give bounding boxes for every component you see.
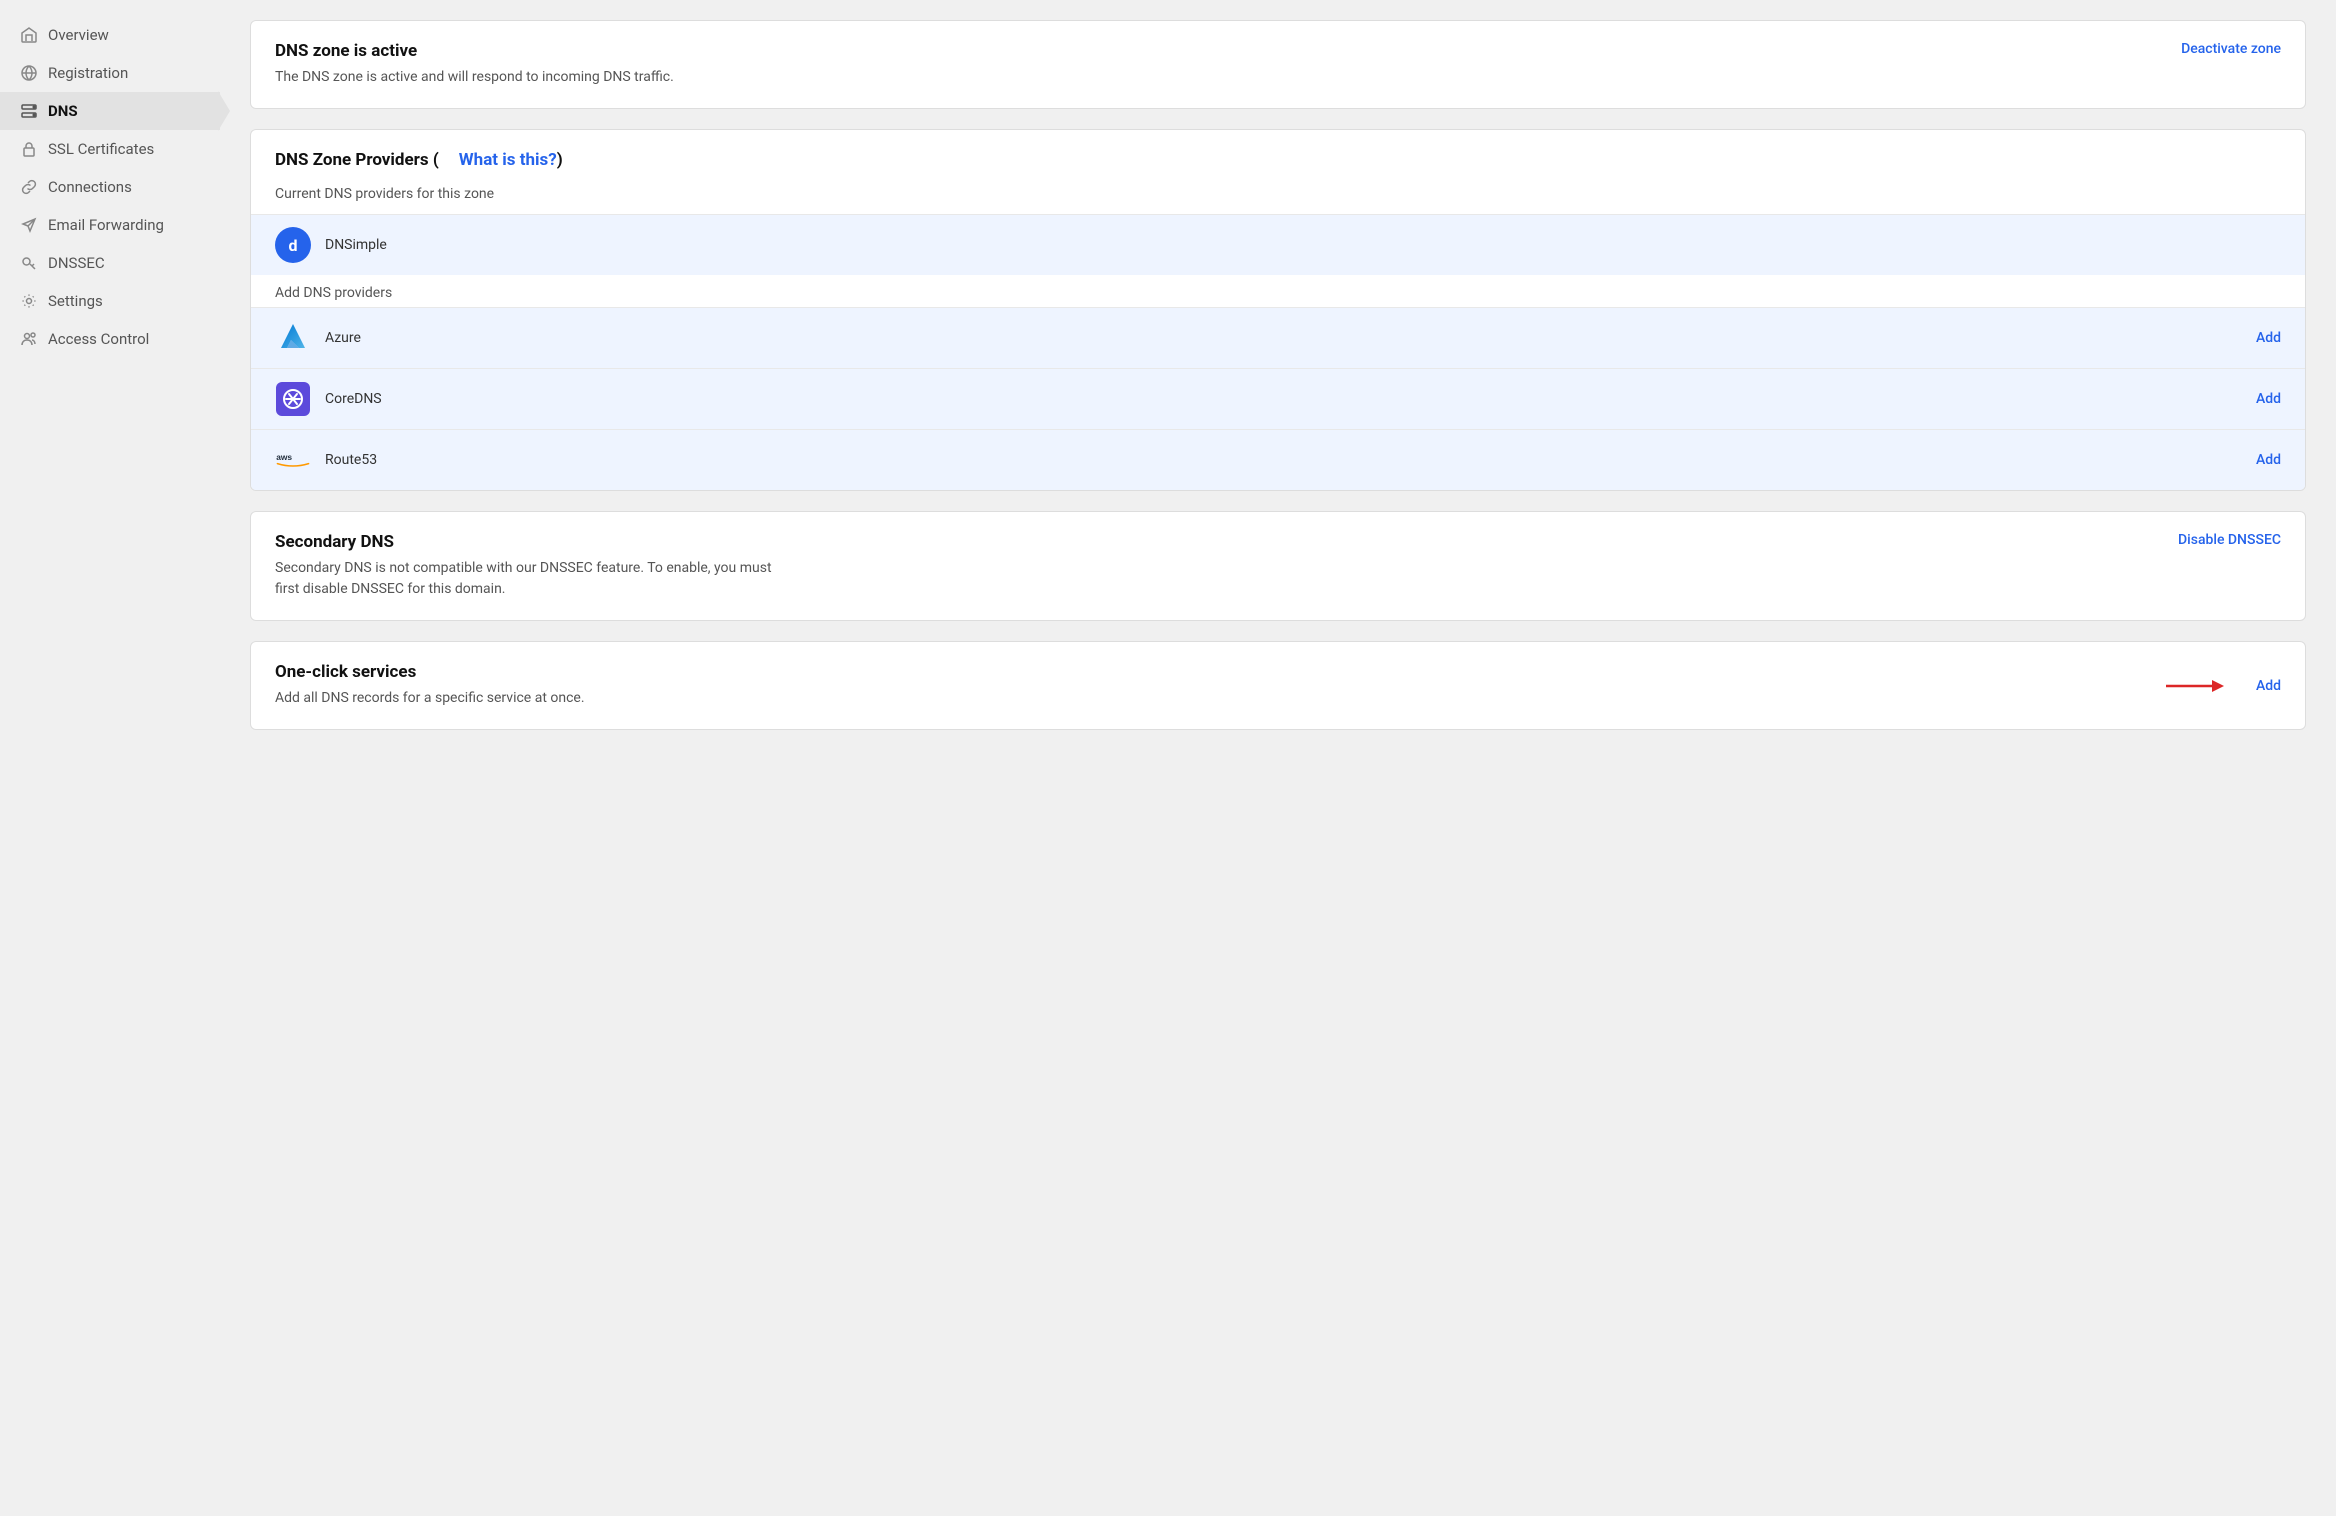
dns-zone-info: DNS zone is active The DNS zone is activ… xyxy=(275,41,674,88)
one-click-description: Add all DNS records for a specific servi… xyxy=(275,688,585,709)
provider-row-dnsimple: d DNSimple xyxy=(251,214,2305,275)
sidebar-item-connections[interactable]: Connections xyxy=(0,168,220,206)
sidebar: Overview Registration DNS xyxy=(0,0,220,1516)
providers-title-end: ) xyxy=(557,150,563,170)
users-icon xyxy=(20,330,38,348)
dnsimple-name: DNSimple xyxy=(325,237,2281,253)
sidebar-item-settings[interactable]: Settings xyxy=(0,282,220,320)
send-icon xyxy=(20,216,38,234)
providers-title: DNS Zone Providers ( What is this?) xyxy=(275,150,2281,170)
sidebar-item-access-control[interactable]: Access Control xyxy=(0,320,220,358)
secondary-dns-info: Secondary DNS Secondary DNS is not compa… xyxy=(275,532,795,600)
server-icon xyxy=(20,102,38,120)
gear-icon xyxy=(20,292,38,310)
dns-zone-description: The DNS zone is active and will respond … xyxy=(275,67,674,88)
sidebar-label-connections: Connections xyxy=(48,178,132,196)
add-azure-link[interactable]: Add xyxy=(2256,330,2281,346)
dns-zone-title: DNS zone is active xyxy=(275,41,674,61)
sidebar-label-dnssec: DNSSEC xyxy=(48,254,105,272)
providers-header: DNS Zone Providers ( What is this?) xyxy=(251,130,2305,186)
svg-text:aws: aws xyxy=(276,452,292,462)
add-dns-label: Add DNS providers xyxy=(251,275,2305,307)
provider-row-coredns: CoreDNS Add xyxy=(251,368,2305,429)
key-icon xyxy=(20,254,38,272)
disable-dnssec-link[interactable]: Disable DNSSEC xyxy=(2178,532,2281,548)
dns-zone-providers-card: DNS Zone Providers ( What is this?) Curre… xyxy=(250,129,2306,491)
one-click-title: One-click services xyxy=(275,662,585,682)
sidebar-item-dnssec[interactable]: DNSSEC xyxy=(0,244,220,282)
arrow-right-icon xyxy=(2164,675,2224,697)
dnsimple-logo: d xyxy=(275,227,311,263)
add-route53-link[interactable]: Add xyxy=(2256,452,2281,468)
sidebar-item-email-forwarding[interactable]: Email Forwarding xyxy=(0,206,220,244)
providers-subtitle: Current DNS providers for this zone xyxy=(251,186,2305,214)
globe-icon xyxy=(20,64,38,82)
provider-row-azure: Azure Add xyxy=(251,307,2305,368)
what-is-this-link[interactable]: What is this? xyxy=(459,150,557,170)
sidebar-item-ssl[interactable]: SSL Certificates xyxy=(0,130,220,168)
one-click-action-area: Add xyxy=(2164,675,2281,697)
coredns-name: CoreDNS xyxy=(325,391,2222,407)
deactivate-zone-link[interactable]: Deactivate zone xyxy=(2181,41,2281,57)
one-click-services-card: One-click services Add all DNS records f… xyxy=(250,641,2306,730)
link-icon xyxy=(20,178,38,196)
azure-name: Azure xyxy=(325,330,2222,346)
sidebar-item-registration[interactable]: Registration xyxy=(0,54,220,92)
sidebar-label-email-forwarding: Email Forwarding xyxy=(48,216,164,234)
sidebar-label-access-control: Access Control xyxy=(48,330,149,348)
home-icon xyxy=(20,26,38,44)
one-click-info: One-click services Add all DNS records f… xyxy=(275,662,585,709)
sidebar-label-registration: Registration xyxy=(48,64,128,82)
sidebar-label-dns: DNS xyxy=(48,102,78,120)
coredns-logo xyxy=(275,381,311,417)
secondary-dns-title: Secondary DNS xyxy=(275,532,795,552)
providers-title-text: DNS Zone Providers ( xyxy=(275,150,439,170)
secondary-dns-card: Secondary DNS Secondary DNS is not compa… xyxy=(250,511,2306,621)
dns-zone-status-card: DNS zone is active The DNS zone is activ… xyxy=(250,20,2306,109)
sidebar-item-overview[interactable]: Overview xyxy=(0,16,220,54)
lock-icon xyxy=(20,140,38,158)
sidebar-item-dns[interactable]: DNS xyxy=(0,92,220,130)
aws-logo: aws xyxy=(275,442,311,478)
add-coredns-link[interactable]: Add xyxy=(2256,391,2281,407)
main-content: DNS zone is active The DNS zone is activ… xyxy=(220,0,2336,1516)
sidebar-label-overview: Overview xyxy=(48,26,109,44)
route53-name: Route53 xyxy=(325,452,2222,468)
sidebar-label-settings: Settings xyxy=(48,292,103,310)
azure-logo xyxy=(275,320,311,356)
secondary-dns-description: Secondary DNS is not compatible with our… xyxy=(275,558,795,600)
sidebar-label-ssl: SSL Certificates xyxy=(48,140,154,158)
add-one-click-link[interactable]: Add xyxy=(2256,678,2281,694)
provider-row-route53: aws Route53 Add xyxy=(251,429,2305,490)
